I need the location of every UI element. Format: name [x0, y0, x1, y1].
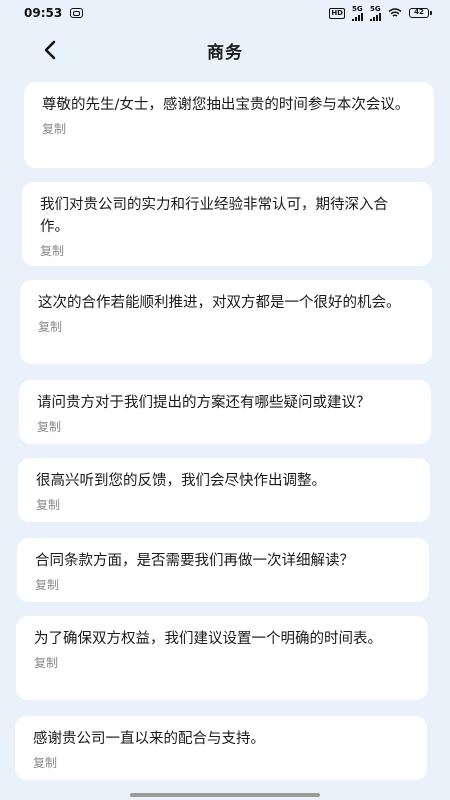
signal-label: 5G [352, 4, 363, 13]
phrase-text: 尊敬的先生/女士，感谢您抽出宝贵的时间参与本次会议。 [42, 97, 410, 113]
phrase-card: 这次的合作若能顺利推进，对双方都是一个很好的机会。 复制 [20, 280, 432, 364]
phrase-card: 为了确保双方权益，我们建议设置一个明确的时间表。 复制 [16, 616, 428, 700]
phrase-text: 合同条款方面，是否需要我们再做一次详细解读？ [35, 553, 354, 569]
wifi-icon [388, 8, 402, 17]
hd-badge: HD [329, 7, 345, 19]
battery-level: 42 [409, 8, 429, 18]
phrase-text: 我们对贵公司的实力和行业经验非常认可，期待深入合作。 [40, 197, 388, 235]
status-time: 09:53 [24, 6, 63, 20]
phrase-text: 很高兴听到您的反馈，我们会尽快作出调整。 [36, 473, 326, 489]
phrase-text: 感谢贵公司一直以来的配合与支持。 [33, 731, 265, 747]
battery-icon: 42 [409, 8, 432, 18]
phrase-card: 很高兴听到您的反馈，我们会尽快作出调整。 复制 [18, 458, 430, 522]
copy-button[interactable]: 复制 [33, 754, 57, 771]
signal-icon: 5G [370, 4, 381, 21]
phrase-text: 为了确保双方权益，我们建议设置一个明确的时间表。 [34, 631, 382, 647]
signal-label: 5G [370, 4, 381, 13]
phrase-card: 我们对贵公司的实力和行业经验非常认可，期待深入合作。 复制 [22, 182, 432, 266]
phrase-text: 请问贵方对于我们提出的方案还有哪些疑问或建议？ [37, 395, 371, 411]
nav-bar: 商务 [0, 30, 450, 70]
phrase-card: 请问贵方对于我们提出的方案还有哪些疑问或建议？ 复制 [19, 380, 431, 444]
phrase-text: 这次的合作若能顺利推进，对双方都是一个很好的机会。 [38, 295, 401, 311]
status-left: 09:53 [24, 6, 84, 20]
signal-icon: 5G [352, 4, 363, 21]
page-title: 商务 [207, 42, 243, 63]
copy-button[interactable]: 复制 [40, 242, 64, 259]
phrase-card: 尊敬的先生/女士，感谢您抽出宝贵的时间参与本次会议。 复制 [24, 82, 434, 168]
status-right: HD 5G 5G 42 [329, 4, 432, 21]
notification-icon [70, 8, 84, 18]
chevron-left-icon [44, 40, 56, 60]
back-button[interactable] [36, 36, 64, 64]
copy-button[interactable]: 复制 [42, 120, 66, 137]
copy-button[interactable]: 复制 [36, 496, 60, 513]
copy-button[interactable]: 复制 [34, 654, 58, 671]
phrase-card: 感谢贵公司一直以来的配合与支持。 复制 [15, 716, 427, 780]
copy-button[interactable]: 复制 [37, 418, 61, 435]
phrase-card: 合同条款方面，是否需要我们再做一次详细解读？ 复制 [17, 538, 429, 602]
copy-button[interactable]: 复制 [35, 576, 59, 593]
status-bar: 09:53 HD 5G 5G 42 [0, 0, 450, 26]
home-indicator[interactable] [130, 793, 320, 797]
copy-button[interactable]: 复制 [38, 318, 62, 335]
